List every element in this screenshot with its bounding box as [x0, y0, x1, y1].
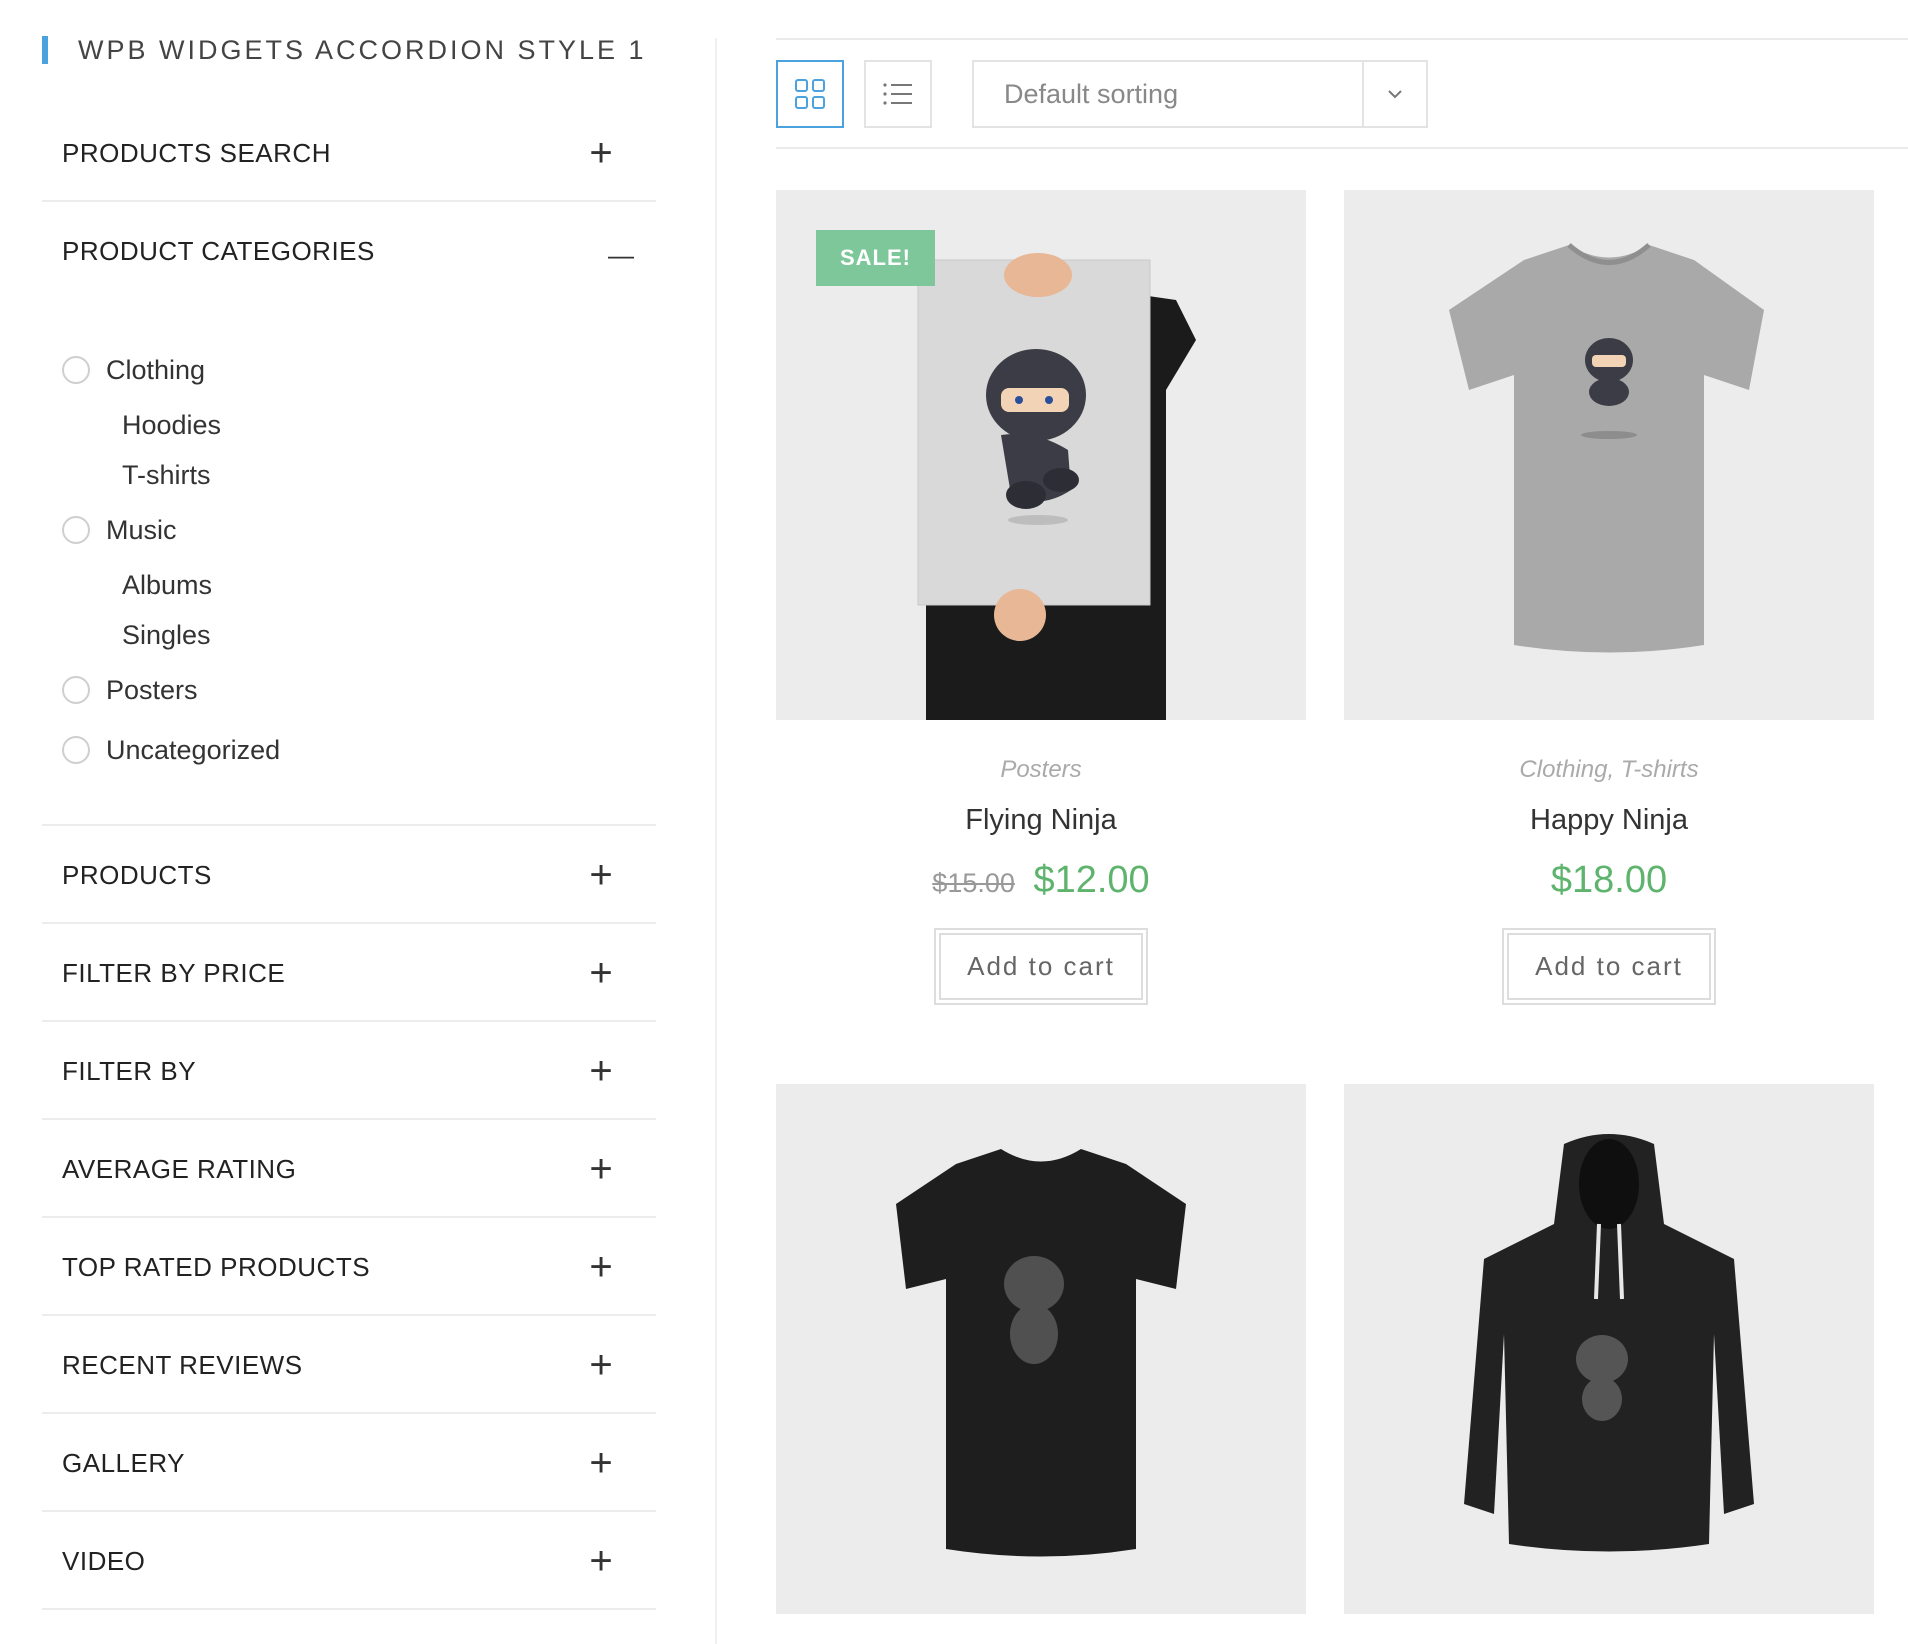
add-to-cart-button[interactable]: Add to cart [934, 928, 1148, 1005]
product-image[interactable] [1344, 190, 1874, 720]
accordion-video: VIDEO [42, 1512, 656, 1610]
accordion-label: AVERAGE RATING [62, 1153, 297, 1184]
category-label: Posters [106, 674, 198, 705]
plus-icon[interactable] [586, 1541, 616, 1581]
title-accent-bar [42, 36, 48, 64]
category-item-uncategorized[interactable]: Uncategorized [62, 720, 656, 780]
accordion-label: PRODUCTS SEARCH [62, 137, 331, 168]
sort-value: Default sorting [1004, 78, 1179, 109]
radio-button[interactable] [62, 736, 90, 764]
accordion-products-search: PRODUCTS SEARCH [42, 104, 656, 202]
add-to-cart-label: Add to cart [939, 933, 1143, 1000]
plus-icon[interactable] [586, 1051, 616, 1091]
accordion: PRODUCTS SEARCH PRODUCT CATEGORIES Cloth… [42, 104, 656, 1610]
grid-view-icon [795, 79, 825, 109]
accordion-label: RECENT REVIEWS [62, 1349, 303, 1380]
widget-title-text: WPB WIDGETS ACCORDION STYLE 1 [78, 34, 647, 65]
accordion-label: FILTER BY PRICE [62, 957, 286, 988]
radio-button[interactable] [62, 676, 90, 704]
accordion-gallery: GALLERY [42, 1414, 656, 1512]
add-to-cart-wrapper: Add to cart [776, 928, 1306, 1005]
accordion-top-rated-products: TOP RATED PRODUCTS [42, 1218, 656, 1316]
sort-dropdown-button[interactable] [1362, 62, 1426, 126]
product-image[interactable]: SALE! [776, 190, 1306, 720]
sale-price: $12.00 [1033, 859, 1150, 901]
toolbar-divider-top [776, 38, 1908, 40]
plus-icon[interactable] [586, 1345, 616, 1385]
plus-icon[interactable] [586, 953, 616, 993]
list-view-button[interactable] [864, 60, 932, 128]
plus-icon[interactable] [586, 1149, 616, 1189]
product-image[interactable] [776, 1084, 1306, 1614]
category-item-tshirts[interactable]: T-shirts [62, 450, 656, 500]
radio-button[interactable] [62, 356, 90, 384]
tshirt-image [1344, 190, 1874, 720]
product-card [776, 1084, 1306, 1614]
accordion-label: VIDEO [62, 1545, 146, 1576]
product-card: Clothing, T-shirts Happy Ninja $18.00 Ad… [1344, 190, 1874, 1005]
minus-icon[interactable] [606, 231, 636, 271]
column-divider [715, 38, 717, 1644]
category-item-clothing[interactable]: Clothing [62, 340, 656, 400]
plus-icon[interactable] [586, 133, 616, 173]
category-list: Clothing Hoodies T-shirts Music Albums S… [42, 300, 656, 824]
category-label: Uncategorized [106, 734, 281, 765]
plus-icon[interactable] [586, 1247, 616, 1287]
product-price: $15.00 $12.00 [776, 859, 1306, 902]
accordion-header-products-search[interactable]: PRODUCTS SEARCH [62, 104, 616, 202]
accordion-label: PRODUCT CATEGORIES [62, 235, 375, 266]
product-title[interactable]: Flying Ninja [776, 804, 1306, 837]
add-to-cart-button[interactable]: Add to cart [1502, 928, 1716, 1005]
accordion-filter-by: FILTER BY [42, 1022, 656, 1120]
product-card [1344, 1084, 1874, 1614]
category-label: Music [106, 514, 177, 545]
add-to-cart-label: Add to cart [1507, 933, 1711, 1000]
accordion-label: TOP RATED PRODUCTS [62, 1251, 371, 1282]
product-title[interactable]: Happy Ninja [1344, 804, 1874, 837]
accordion-label: FILTER BY [62, 1055, 197, 1086]
accordion-filter-by-price: FILTER BY PRICE [42, 924, 656, 1022]
sort-select[interactable]: Default sorting [972, 60, 1428, 128]
accordion-header-product-categories[interactable]: PRODUCT CATEGORIES [62, 202, 636, 300]
accordion-header-gallery[interactable]: GALLERY [62, 1414, 616, 1512]
radio-button[interactable] [62, 516, 90, 544]
accordion-header-recent-reviews[interactable]: RECENT REVIEWS [62, 1316, 616, 1414]
accordion-average-rating: AVERAGE RATING [42, 1120, 656, 1218]
accordion-label: GALLERY [62, 1447, 185, 1478]
accordion-header-products[interactable]: PRODUCTS [62, 826, 616, 924]
add-to-cart-wrapper: Add to cart [1344, 928, 1874, 1005]
grid-view-button[interactable] [776, 60, 844, 128]
accordion-label: PRODUCTS [62, 859, 212, 890]
accordion-header-top-rated-products[interactable]: TOP RATED PRODUCTS [62, 1218, 616, 1316]
category-item-posters[interactable]: Posters [62, 660, 656, 720]
category-item-hoodies[interactable]: Hoodies [62, 400, 656, 450]
widget-title: WPB WIDGETS ACCORDION STYLE 1 [42, 34, 647, 66]
accordion-products: PRODUCTS [42, 826, 656, 924]
plus-icon[interactable] [586, 1443, 616, 1483]
accordion-header-filter-by-price[interactable]: FILTER BY PRICE [62, 924, 616, 1022]
product-price: $18.00 [1550, 859, 1668, 901]
toolbar-divider-bottom [776, 147, 1908, 149]
category-label: Clothing [106, 354, 206, 385]
category-item-singles[interactable]: Singles [62, 610, 656, 660]
accordion-header-video[interactable]: VIDEO [62, 1512, 616, 1610]
accordion-product-categories: PRODUCT CATEGORIES Clothing Hoodies T-sh… [42, 202, 656, 826]
accordion-header-average-rating[interactable]: AVERAGE RATING [62, 1120, 616, 1218]
hoodie-image [1344, 1084, 1874, 1614]
chevron-down-icon [1388, 90, 1402, 99]
sale-badge: SALE! [816, 230, 935, 286]
product-card: SALE! Posters Flying Ninja $15.00 $12.00… [776, 190, 1306, 1005]
old-price: $15.00 [932, 868, 1015, 898]
product-image[interactable] [1344, 1084, 1874, 1614]
sidebar: WPB WIDGETS ACCORDION STYLE 1 PRODUCTS S… [0, 0, 660, 1644]
plus-icon[interactable] [586, 855, 616, 895]
product-category[interactable]: Clothing, T-shirts [1344, 756, 1874, 784]
category-item-albums[interactable]: Albums [62, 560, 656, 610]
black-tshirt-image [776, 1084, 1306, 1614]
accordion-recent-reviews: RECENT REVIEWS [42, 1316, 656, 1414]
list-view-icon [883, 83, 912, 105]
category-item-music[interactable]: Music [62, 500, 656, 560]
accordion-header-filter-by[interactable]: FILTER BY [62, 1022, 616, 1120]
product-category[interactable]: Posters [776, 756, 1306, 784]
